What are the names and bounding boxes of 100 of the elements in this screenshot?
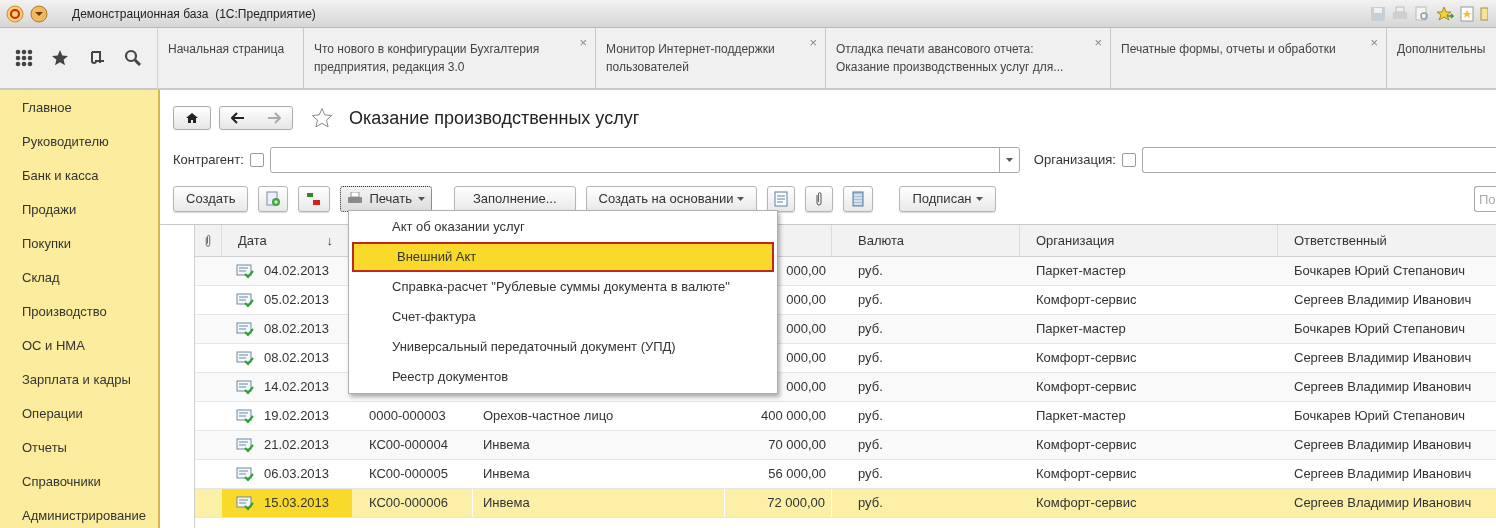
organization-field[interactable] bbox=[1141, 147, 1496, 173]
sidebar-item[interactable]: Склад bbox=[0, 261, 158, 295]
favorite-star-icon[interactable] bbox=[311, 107, 333, 129]
table-row[interactable]: 21.02.2013 КС00-000004 Инвема 70 000,00 руб. Комфорт-сервис Сергеев Владимир Иванович bbox=[195, 431, 1496, 460]
search-icon[interactable] bbox=[123, 49, 142, 67]
sidebar-item[interactable]: Зарплата и кадры bbox=[0, 363, 158, 397]
caret-icon bbox=[737, 197, 745, 201]
tab[interactable]: Отладка печати авансового отчета: Оказание производственных услуг для... × bbox=[826, 28, 1111, 88]
accounting-entries-button[interactable] bbox=[298, 186, 331, 212]
column-header[interactable]: Валюта bbox=[858, 230, 904, 251]
table-cell-text: Паркет-мастер bbox=[1036, 320, 1126, 339]
column-header[interactable]: Ответственный bbox=[1294, 230, 1387, 251]
table-cell-text: 400 000,00 bbox=[760, 407, 826, 426]
column-header[interactable]: Организация bbox=[1036, 230, 1115, 251]
sidebar-item[interactable]: Руководителю bbox=[0, 125, 158, 159]
menu-item[interactable]: Акт об оказании услуг bbox=[349, 212, 777, 242]
table-cell-text: руб. bbox=[858, 262, 883, 281]
table-cell-text: 08.02.2013 bbox=[264, 349, 330, 368]
sidebar-item[interactable]: Отчеты bbox=[0, 431, 158, 465]
table-cell-text: 06.03.2013 bbox=[264, 465, 330, 484]
attachment-button[interactable] bbox=[805, 186, 834, 212]
posted-document-icon bbox=[236, 350, 254, 366]
table-cell-text: руб. bbox=[858, 378, 883, 397]
caret-icon bbox=[418, 197, 425, 201]
table-cell-text: КС00-000006 bbox=[369, 494, 448, 513]
posted-document-icon bbox=[236, 437, 254, 453]
document-icon bbox=[774, 191, 789, 207]
table-cell-text: Инвема bbox=[483, 436, 530, 455]
table-cell-text: Комфорт-сервис bbox=[1036, 378, 1137, 397]
posted-document-icon bbox=[236, 321, 254, 337]
tab[interactable]: Что нового в конфигурации Бухгалтерия предприятия, редакция 3.0 × bbox=[304, 28, 596, 88]
fill-button[interactable]: Заполнение... bbox=[454, 186, 576, 212]
apps-grid-icon[interactable] bbox=[15, 49, 34, 67]
table-cell-text: 19.02.2013 bbox=[264, 407, 330, 426]
filter-checkbox[interactable] bbox=[1121, 153, 1136, 167]
favorite-icon[interactable] bbox=[1436, 5, 1454, 22]
preview-icon[interactable] bbox=[1414, 5, 1430, 22]
list-button[interactable] bbox=[843, 186, 874, 212]
star-icon[interactable] bbox=[51, 49, 70, 67]
table-cell-text: Комфорт-сервис bbox=[1036, 494, 1137, 513]
home-button[interactable] bbox=[173, 106, 211, 130]
back-arrow-icon[interactable] bbox=[231, 112, 245, 124]
forward-arrow-icon[interactable] bbox=[267, 112, 281, 124]
table-cell-text: Комфорт-сервис bbox=[1036, 349, 1137, 368]
posted-document-icon bbox=[236, 466, 254, 482]
sidebar-item[interactable]: Справочники bbox=[0, 465, 158, 499]
table-cell-text: 08.02.2013 bbox=[264, 320, 330, 339]
sidebar-item[interactable]: Главное bbox=[0, 91, 158, 125]
sidebar-item[interactable]: Продажи bbox=[0, 193, 158, 227]
table-cell-text: Паркет-мастер bbox=[1036, 407, 1126, 426]
menu-dropdown-icon[interactable] bbox=[30, 4, 48, 23]
sidebar-item[interactable]: Операции bbox=[0, 397, 158, 431]
signed-filter-button[interactable]: Подписан bbox=[899, 186, 996, 212]
tab[interactable]: Дополнительны bbox=[1387, 28, 1496, 88]
sidebar-item[interactable]: ОС и НМА bbox=[0, 329, 158, 363]
report-button[interactable] bbox=[767, 186, 796, 212]
window-title: Демонстрационная база (1С:Предприятие) bbox=[72, 5, 316, 23]
tab[interactable]: Печатные формы, отчеты и обработки × bbox=[1111, 28, 1387, 88]
list-icon bbox=[852, 191, 865, 207]
table-cell-text: руб. bbox=[858, 436, 883, 455]
table-cell-text: 000,00 bbox=[786, 291, 826, 310]
table-icon[interactable] bbox=[1480, 5, 1488, 22]
filter-checkbox[interactable] bbox=[249, 153, 264, 167]
tab[interactable]: Монитор Интернет-поддержки пользователей × bbox=[596, 28, 826, 88]
bookmark-icon[interactable] bbox=[1460, 5, 1474, 22]
table-cell-text: 70 000,00 bbox=[768, 436, 826, 455]
tab[interactable]: Начальная страница bbox=[158, 28, 304, 88]
table-cell-text: Инвема bbox=[483, 494, 530, 513]
search-field[interactable]: По bbox=[1474, 186, 1496, 212]
add-copy-button[interactable] bbox=[258, 186, 289, 212]
menu-item[interactable]: Внешний Акт bbox=[352, 242, 774, 272]
table-cell-text: Сергеев Владимир Иванович bbox=[1294, 291, 1472, 310]
column-header[interactable]: Дата bbox=[238, 230, 267, 251]
table-cell-text: Бочкарев Юрий Степанович bbox=[1294, 320, 1465, 339]
table-cell-text: 000,00 bbox=[786, 262, 826, 281]
counterparty-field[interactable] bbox=[269, 147, 1020, 173]
table-cell-text: Сергеев Владимир Иванович bbox=[1294, 349, 1472, 368]
home-icon bbox=[186, 112, 198, 124]
table-cell-text: Сергеев Владимир Иванович bbox=[1294, 436, 1472, 455]
create-button[interactable]: Создать bbox=[173, 186, 249, 212]
posted-document-icon bbox=[236, 408, 254, 424]
print-button[interactable]: Печать bbox=[340, 186, 432, 212]
create-based-on-button[interactable]: Создать на основании bbox=[585, 186, 758, 212]
filter-label: Организация: bbox=[1033, 151, 1116, 170]
form-title: Оказание производственных услуг bbox=[349, 106, 640, 130]
paperclip-icon bbox=[815, 191, 824, 207]
posted-document-icon bbox=[236, 495, 254, 511]
sidebar-item[interactable]: Банк и касса bbox=[0, 159, 158, 193]
table-row[interactable]: 15.03.2013 КС00-000006 Инвема 72 000,00 руб. Комфорт-сервис Сергеев Владимир Иванович bbox=[195, 489, 1496, 518]
table-cell-text: 000,00 bbox=[786, 378, 826, 397]
table-cell-text: Комфорт-сервис bbox=[1036, 291, 1137, 310]
table-cell-text: Комфорт-сервис bbox=[1036, 465, 1137, 484]
sidebar-item[interactable]: Администрирование bbox=[0, 499, 158, 528]
table-cell-text: 56 000,00 bbox=[768, 465, 826, 484]
sidebar-item[interactable]: Покупки bbox=[0, 227, 158, 261]
table-cell-text: 04.02.2013 bbox=[264, 262, 330, 281]
paperclip-icon bbox=[204, 233, 212, 248]
sidebar-item[interactable]: Производство bbox=[0, 295, 158, 329]
table-cell-text: Инвема bbox=[483, 465, 530, 484]
filter-label: Контрагент: bbox=[173, 151, 244, 170]
